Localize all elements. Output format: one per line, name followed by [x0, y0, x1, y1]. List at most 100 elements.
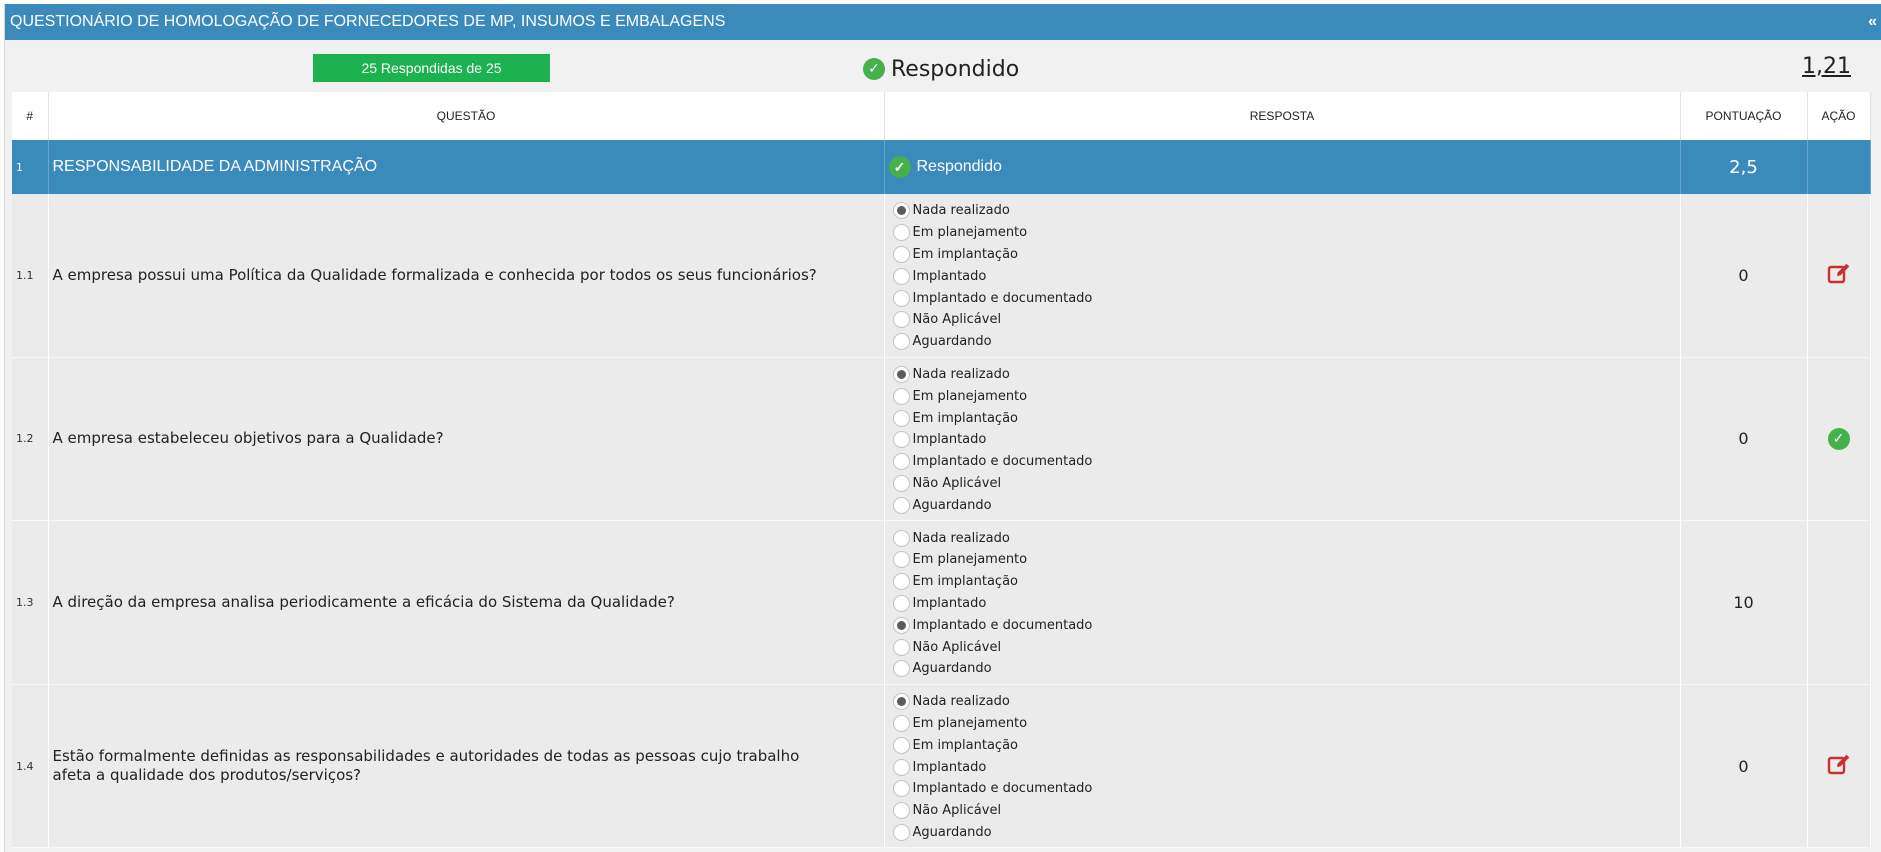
- answer-option[interactable]: Não Aplicável: [892, 473, 1676, 495]
- answer-options: Nada realizado Em planejamento Em implanta…: [884, 357, 1681, 522]
- answer-option[interactable]: Em implantação: [892, 407, 1676, 429]
- section-num: 1: [12, 140, 49, 194]
- check-circle-icon: ✓: [863, 58, 885, 80]
- check-circle-icon[interactable]: ✓: [1827, 427, 1850, 450]
- answer-option[interactable]: Nada realizado: [892, 527, 1676, 549]
- radio-button[interactable]: [892, 453, 910, 471]
- answer-option-label: Em implantação: [912, 737, 1019, 753]
- answer-option[interactable]: Não Aplicável: [892, 800, 1676, 822]
- radio-button[interactable]: [892, 365, 910, 383]
- question-row: 1.2 A empresa estabeleceu objetivos para …: [12, 357, 1871, 522]
- question-score: 0: [1680, 357, 1808, 522]
- answer-option[interactable]: Não Aplicável: [892, 309, 1676, 331]
- radio-button[interactable]: [892, 289, 910, 307]
- section-status: ✓ Respondido: [884, 140, 1681, 194]
- radio-button[interactable]: [892, 245, 910, 263]
- answer-option[interactable]: Aguardando: [892, 658, 1676, 680]
- radio-button[interactable]: [892, 594, 910, 612]
- answer-option-label: Implantado: [912, 595, 987, 611]
- radio-button[interactable]: [892, 409, 910, 427]
- header-answer: RESPOSTA: [884, 92, 1681, 140]
- answer-option-label: Não Aplicável: [912, 312, 1002, 328]
- radio-button[interactable]: [892, 496, 910, 514]
- check-circle-icon: ✓: [888, 156, 911, 178]
- answer-option[interactable]: Implantado: [892, 756, 1676, 778]
- edit-icon[interactable]: [1826, 751, 1852, 777]
- answer-option-label: Implantado: [912, 268, 987, 284]
- summary-bar: 25 Respondidas de 25 ✓ Respondido 1,21: [5, 40, 1881, 96]
- answer-option[interactable]: Em planejamento: [892, 549, 1676, 571]
- answer-option[interactable]: Em planejamento: [892, 713, 1676, 735]
- radio-button[interactable]: [892, 660, 910, 678]
- answer-option-label: Nada realizado: [912, 203, 1010, 219]
- answer-option-label: Implantado e documentado: [912, 290, 1093, 306]
- answer-option[interactable]: Implantado: [892, 429, 1676, 451]
- answer-option-label: Implantado e documentado: [912, 781, 1093, 797]
- answer-option[interactable]: Aguardando: [892, 494, 1676, 516]
- answer-option-label: Em planejamento: [912, 225, 1028, 241]
- radio-button[interactable]: [892, 474, 910, 492]
- radio-button[interactable]: [892, 693, 910, 711]
- answer-option[interactable]: Em implantação: [892, 571, 1676, 593]
- radio-button[interactable]: [892, 573, 910, 591]
- radio-button[interactable]: [892, 224, 910, 242]
- answer-options: Nada realizado Em planejamento Em implanta…: [884, 684, 1681, 849]
- answer-option[interactable]: Aguardando: [892, 331, 1676, 353]
- answer-option[interactable]: Em planejamento: [892, 222, 1676, 244]
- answer-option-label: Em implantação: [912, 246, 1019, 262]
- answer-option[interactable]: Implantado e documentado: [892, 287, 1676, 309]
- answer-option[interactable]: Implantado e documentado: [892, 778, 1676, 800]
- radio-button[interactable]: [892, 758, 910, 776]
- answer-option[interactable]: Implantado e documentado: [892, 451, 1676, 473]
- answer-option[interactable]: Nada realizado: [892, 364, 1676, 386]
- question-num: 1.3: [12, 520, 49, 685]
- radio-button[interactable]: [892, 431, 910, 449]
- edit-icon[interactable]: [1826, 260, 1852, 286]
- answer-option-label: Implantado: [912, 432, 987, 448]
- answer-option[interactable]: Em implantação: [892, 244, 1676, 266]
- radio-button[interactable]: [892, 551, 910, 569]
- table-header-row: # QUESTÃO RESPOSTA PONTUAÇÃO AÇÃO: [12, 92, 1871, 140]
- answer-option[interactable]: Em implantação: [892, 734, 1676, 756]
- radio-button[interactable]: [892, 736, 910, 754]
- answer-option[interactable]: Nada realizado: [892, 200, 1676, 222]
- overall-status: ✓ Respondido: [863, 54, 1019, 84]
- answer-option[interactable]: Aguardando: [892, 822, 1676, 844]
- question-action: [1807, 684, 1871, 849]
- page-title: QUESTIONÁRIO DE HOMOLOGAÇÃO DE FORNECEDO…: [10, 13, 726, 30]
- answer-option-label: Nada realizado: [912, 530, 1010, 546]
- radio-button[interactable]: [892, 780, 910, 798]
- radio-button[interactable]: [892, 267, 910, 285]
- radio-button[interactable]: [892, 333, 910, 351]
- total-score-link[interactable]: 1,21: [1802, 54, 1851, 79]
- answer-option[interactable]: Implantado e documentado: [892, 614, 1676, 636]
- radio-button[interactable]: [892, 529, 910, 547]
- answer-options: Nada realizado Em planejamento Em implanta…: [884, 194, 1681, 358]
- radio-button[interactable]: [892, 616, 910, 634]
- question-row: 1.4 Estão formalmente definidas as respon…: [12, 684, 1871, 849]
- radio-button[interactable]: [892, 311, 910, 329]
- answer-option[interactable]: Nada realizado: [892, 691, 1676, 713]
- radio-button[interactable]: [892, 714, 910, 732]
- answer-options: Nada realizado Em planejamento Em implanta…: [884, 520, 1681, 685]
- question-score: 10: [1680, 520, 1808, 685]
- question-row: 1.3 A direção da empresa analisa periodic…: [12, 520, 1871, 685]
- radio-button[interactable]: [892, 802, 910, 820]
- radio-button[interactable]: [892, 638, 910, 656]
- collapse-icon[interactable]: «: [1868, 13, 1877, 31]
- answer-option[interactable]: Implantado: [892, 265, 1676, 287]
- progress-badge: 25 Respondidas de 25: [313, 54, 550, 82]
- question-text: A empresa possui uma Política da Qualida…: [48, 194, 885, 358]
- question-action: ✓: [1807, 357, 1871, 522]
- question-num: 1.1: [12, 194, 49, 358]
- radio-button[interactable]: [892, 823, 910, 841]
- radio-button[interactable]: [892, 202, 910, 220]
- answer-option-label: Não Aplicável: [912, 475, 1002, 491]
- question-action: [1807, 520, 1871, 685]
- overall-status-label: Respondido: [891, 56, 1020, 82]
- answer-option[interactable]: Não Aplicável: [892, 636, 1676, 658]
- answer-option[interactable]: Em planejamento: [892, 385, 1676, 407]
- answer-option-label: Não Aplicável: [912, 803, 1002, 819]
- answer-option[interactable]: Implantado: [892, 593, 1676, 615]
- radio-button[interactable]: [892, 387, 910, 405]
